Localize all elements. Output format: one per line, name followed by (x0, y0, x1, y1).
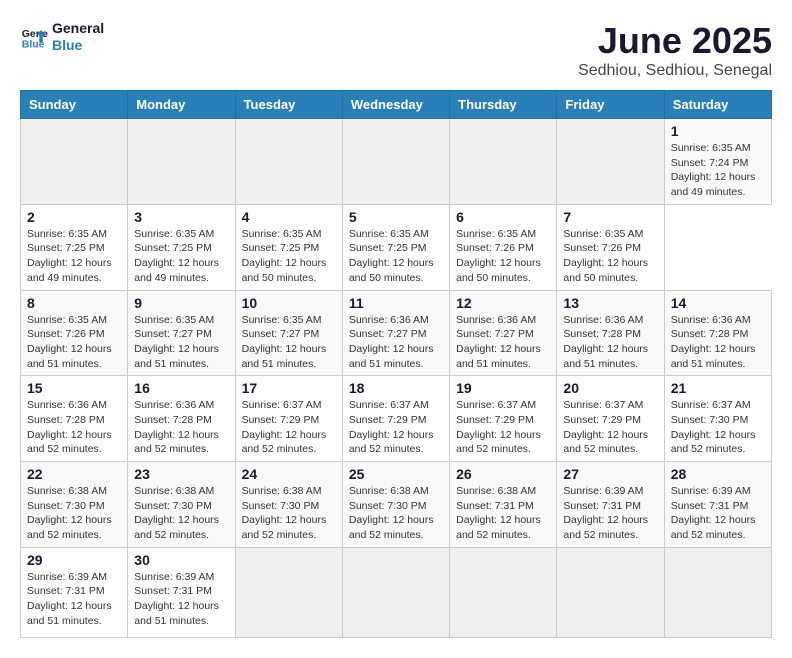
table-row: 10Sunrise: 6:35 AM Sunset: 7:27 PM Dayli… (235, 290, 342, 376)
table-row: 12Sunrise: 6:36 AM Sunset: 7:27 PM Dayli… (450, 290, 557, 376)
table-row: 18Sunrise: 6:37 AM Sunset: 7:29 PM Dayli… (342, 376, 449, 462)
table-row: 2Sunrise: 6:35 AM Sunset: 7:25 PM Daylig… (21, 204, 128, 290)
title-section: June 2025 Sedhiou, Sedhiou, Senegal (578, 20, 772, 80)
table-row: 27Sunrise: 6:39 AM Sunset: 7:31 PM Dayli… (557, 462, 664, 548)
table-row: 28Sunrise: 6:39 AM Sunset: 7:31 PM Dayli… (664, 462, 771, 548)
table-row: 29Sunrise: 6:39 AM Sunset: 7:31 PM Dayli… (21, 547, 128, 637)
table-row: 15Sunrise: 6:36 AM Sunset: 7:28 PM Dayli… (21, 376, 128, 462)
logo-icon: General Blue (20, 23, 48, 51)
table-row: 8Sunrise: 6:35 AM Sunset: 7:26 PM Daylig… (21, 290, 128, 376)
calendar-week-5: 22Sunrise: 6:38 AM Sunset: 7:30 PM Dayli… (21, 462, 772, 548)
table-row: 11Sunrise: 6:36 AM Sunset: 7:27 PM Dayli… (342, 290, 449, 376)
empty-cell (664, 547, 771, 637)
table-row: 5Sunrise: 6:35 AM Sunset: 7:25 PM Daylig… (342, 204, 449, 290)
table-row: 7Sunrise: 6:35 AM Sunset: 7:26 PM Daylig… (557, 204, 664, 290)
logo-text-line1: General (52, 20, 104, 37)
empty-cell (235, 119, 342, 205)
table-row: 16Sunrise: 6:36 AM Sunset: 7:28 PM Dayli… (128, 376, 235, 462)
table-row: 6Sunrise: 6:35 AM Sunset: 7:26 PM Daylig… (450, 204, 557, 290)
table-row: 13Sunrise: 6:36 AM Sunset: 7:28 PM Dayli… (557, 290, 664, 376)
logo: General Blue General Blue (20, 20, 104, 54)
weekday-header-saturday: Saturday (664, 91, 771, 119)
table-row: 19Sunrise: 6:37 AM Sunset: 7:29 PM Dayli… (450, 376, 557, 462)
weekday-header-thursday: Thursday (450, 91, 557, 119)
weekday-header-wednesday: Wednesday (342, 91, 449, 119)
table-row: 30Sunrise: 6:39 AM Sunset: 7:31 PM Dayli… (128, 547, 235, 637)
calendar-week-1: 1Sunrise: 6:35 AM Sunset: 7:24 PM Daylig… (21, 119, 772, 205)
table-row: 4Sunrise: 6:35 AM Sunset: 7:25 PM Daylig… (235, 204, 342, 290)
weekday-header-sunday: Sunday (21, 91, 128, 119)
weekday-header-tuesday: Tuesday (235, 91, 342, 119)
table-row: 21Sunrise: 6:37 AM Sunset: 7:30 PM Dayli… (664, 376, 771, 462)
table-row: 14Sunrise: 6:36 AM Sunset: 7:28 PM Dayli… (664, 290, 771, 376)
empty-cell (557, 547, 664, 637)
table-row: 23Sunrise: 6:38 AM Sunset: 7:30 PM Dayli… (128, 462, 235, 548)
empty-cell (450, 547, 557, 637)
empty-cell (235, 547, 342, 637)
table-row: 24Sunrise: 6:38 AM Sunset: 7:30 PM Dayli… (235, 462, 342, 548)
weekday-header-monday: Monday (128, 91, 235, 119)
calendar-week-3: 8Sunrise: 6:35 AM Sunset: 7:26 PM Daylig… (21, 290, 772, 376)
empty-cell (342, 119, 449, 205)
table-row: 20Sunrise: 6:37 AM Sunset: 7:29 PM Dayli… (557, 376, 664, 462)
table-row: 22Sunrise: 6:38 AM Sunset: 7:30 PM Dayli… (21, 462, 128, 548)
table-row: 1Sunrise: 6:35 AM Sunset: 7:24 PM Daylig… (664, 119, 771, 205)
location-subtitle: Sedhiou, Sedhiou, Senegal (578, 62, 772, 80)
weekday-header-row: SundayMondayTuesdayWednesdayThursdayFrid… (21, 91, 772, 119)
table-row: 3Sunrise: 6:35 AM Sunset: 7:25 PM Daylig… (128, 204, 235, 290)
empty-cell (450, 119, 557, 205)
calendar-table: SundayMondayTuesdayWednesdayThursdayFrid… (20, 90, 772, 638)
weekday-header-friday: Friday (557, 91, 664, 119)
calendar-week-4: 15Sunrise: 6:36 AM Sunset: 7:28 PM Dayli… (21, 376, 772, 462)
empty-cell (557, 119, 664, 205)
calendar-week-2: 2Sunrise: 6:35 AM Sunset: 7:25 PM Daylig… (21, 204, 772, 290)
month-year-title: June 2025 (578, 20, 772, 62)
table-row: 25Sunrise: 6:38 AM Sunset: 7:30 PM Dayli… (342, 462, 449, 548)
empty-cell (342, 547, 449, 637)
empty-cell (21, 119, 128, 205)
table-row: 17Sunrise: 6:37 AM Sunset: 7:29 PM Dayli… (235, 376, 342, 462)
table-row: 26Sunrise: 6:38 AM Sunset: 7:31 PM Dayli… (450, 462, 557, 548)
empty-cell (128, 119, 235, 205)
logo-text-line2: Blue (52, 37, 104, 54)
table-row: 9Sunrise: 6:35 AM Sunset: 7:27 PM Daylig… (128, 290, 235, 376)
calendar-week-6: 29Sunrise: 6:39 AM Sunset: 7:31 PM Dayli… (21, 547, 772, 637)
page-header: General Blue General Blue June 2025 Sedh… (20, 20, 772, 80)
